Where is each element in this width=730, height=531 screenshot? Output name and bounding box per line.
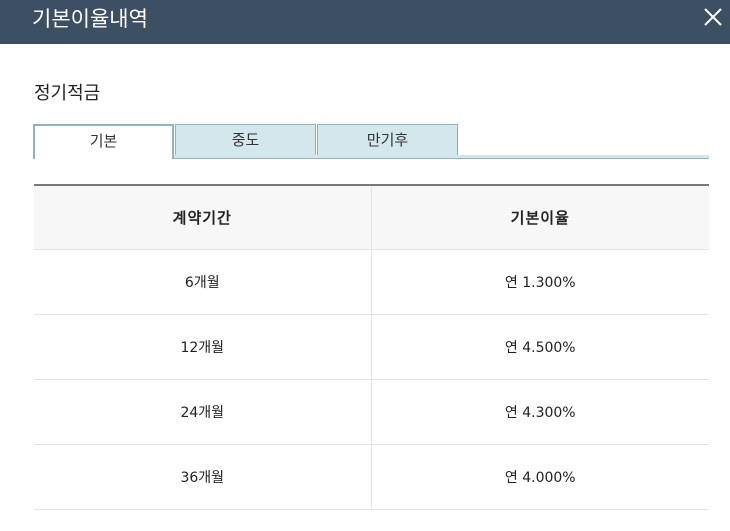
tab-after-maturity[interactable]: 만기후 [317, 124, 458, 155]
period-cell: 6개월 [34, 249, 372, 315]
table-row: 24개월 연 4.300% [34, 379, 709, 445]
tab-basic[interactable]: 기본 [33, 124, 174, 159]
table-row: 6개월 연 1.300% [34, 249, 709, 315]
rate-table: 계약기간 기본이율 6개월 연 1.300% 12개월 연 4.500% 24개… [34, 184, 709, 510]
period-cell: 24개월 [34, 379, 372, 445]
period-cell: 36개월 [34, 444, 372, 510]
period-cell: 12개월 [34, 314, 372, 380]
section-title: 정기적금 [34, 83, 101, 104]
rate-cell: 연 1.300% [371, 249, 709, 315]
tab-midterm[interactable]: 중도 [175, 124, 316, 155]
dialog-titlebar: 기본이율내역 [0, 0, 730, 44]
header-basic-rate: 기본이율 [371, 185, 709, 250]
rate-tabs: 기본 중도 만기후 [33, 124, 709, 159]
rate-cell: 연 4.300% [371, 379, 709, 445]
close-icon[interactable] [700, 4, 726, 30]
table-row: 36개월 연 4.000% [34, 444, 709, 510]
rate-cell: 연 4.500% [371, 314, 709, 380]
dialog-title: 기본이율내역 [32, 7, 148, 31]
table-header-row: 계약기간 기본이율 [34, 185, 709, 250]
table-row: 12개월 연 4.500% [34, 314, 709, 380]
header-contract-period: 계약기간 [34, 185, 372, 250]
rate-cell: 연 4.000% [371, 444, 709, 510]
